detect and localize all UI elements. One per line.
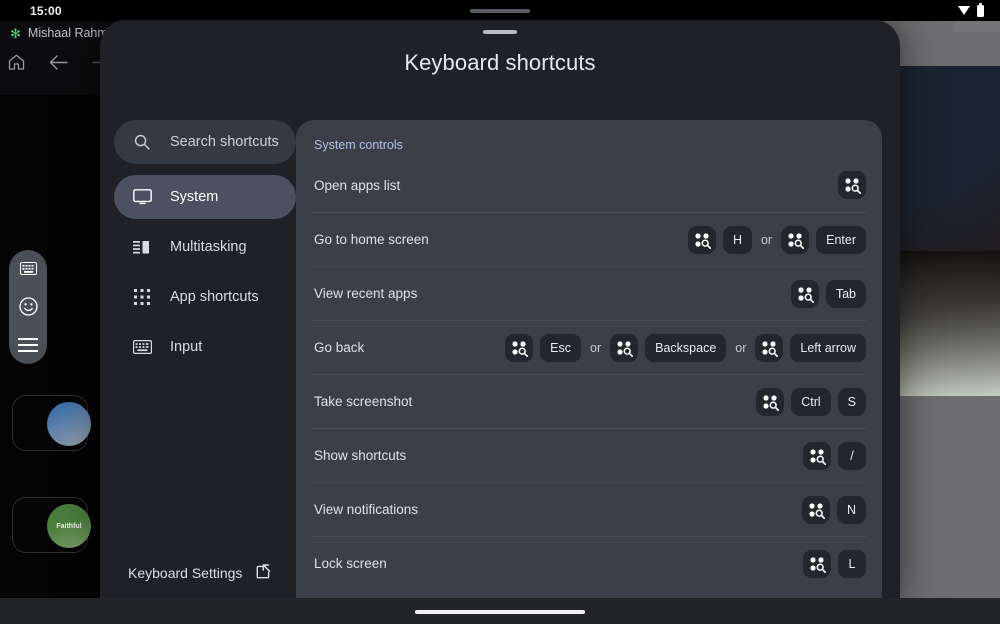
table-row: Open apps list (312, 158, 866, 212)
gesture-nav-bar (0, 598, 1000, 624)
status-time: 15:00 (30, 4, 62, 18)
action-key-icon (791, 280, 819, 308)
browser-tab[interactable]: ✻ Mishaal Rahm (10, 26, 108, 40)
shortcut-label: View recent apps (312, 286, 791, 301)
top-handle (470, 9, 530, 13)
or-separator: or (590, 341, 601, 355)
table-row: View notifications N (312, 482, 866, 536)
keyboard-icon (132, 340, 152, 354)
browser-nav (8, 54, 111, 70)
key-combo-group: N (802, 496, 866, 524)
key-chip: S (838, 388, 866, 416)
screen: Faithful ANDROID AUTHORITY ☉ ✻ Mishaal R… (0, 0, 1000, 624)
back-arrow-icon[interactable] (49, 55, 68, 70)
key-chip: Enter (816, 226, 866, 254)
sidebar-item-label: App shortcuts (170, 289, 259, 305)
key-chip: Backspace (645, 334, 726, 362)
sidebar-item-system[interactable]: System (114, 175, 296, 219)
key-combo-group: / (803, 442, 866, 470)
or-separator: or (735, 341, 746, 355)
sidebar-spacer (114, 375, 296, 564)
key-combo-group: EscorBackspaceorLeft arrow (505, 334, 866, 362)
wifi-icon (958, 5, 971, 16)
battery-icon (977, 5, 984, 17)
key-combo-group: Hor Enter (688, 226, 866, 254)
table-row: Show shortcuts / (312, 428, 866, 482)
action-key-icon (505, 334, 533, 362)
key-chip: Ctrl (791, 388, 830, 416)
avatar (47, 402, 91, 446)
search-icon (132, 134, 152, 150)
key-chip: H (723, 226, 752, 254)
key-chip: Esc (540, 334, 581, 362)
sidebar-item-multitasking[interactable]: Multitasking (114, 225, 296, 269)
keyboard-shortcuts-dialog: Keyboard shortcuts Search shortcuts Syst… (100, 20, 900, 604)
shortcut-label: Take screenshot (312, 394, 756, 409)
sidebar-item-app-shortcuts[interactable]: App shortcuts (114, 275, 296, 319)
monitor-icon (132, 189, 152, 205)
home-icon[interactable] (8, 54, 25, 70)
key-combo-group (838, 171, 866, 199)
action-key-icon (838, 171, 866, 199)
left-rail: Faithful ANDROID AUTHORITY ☉ (0, 95, 108, 624)
search-placeholder: Search shortcuts (170, 134, 279, 150)
menu-icon[interactable] (18, 338, 38, 352)
action-key-icon (803, 550, 831, 578)
action-key-icon (610, 334, 638, 362)
list-item[interactable] (12, 395, 88, 451)
action-key-icon (802, 496, 830, 524)
table-row: Lock screen L (312, 536, 866, 590)
key-chip: Left arrow (790, 334, 866, 362)
action-key-icon (781, 226, 809, 254)
drag-handle[interactable] (483, 30, 517, 34)
shortcut-label: Go back (312, 340, 505, 355)
avatar: Faithful (47, 504, 91, 548)
action-key-icon (803, 442, 831, 470)
floating-toolbar[interactable] (9, 250, 47, 364)
shortcuts-card: System controls Open apps list Go to home… (296, 120, 882, 604)
shortcut-label: Go to home screen (312, 232, 688, 247)
sidebar-item-label: Multitasking (170, 239, 247, 255)
key-combo-group: Ctrl S (756, 388, 866, 416)
shortcut-label: Show shortcuts (312, 448, 803, 463)
search-input[interactable]: Search shortcuts (114, 120, 296, 164)
sidebar-item-label: Input (170, 339, 202, 355)
key-chip: Tab (826, 280, 866, 308)
table-row: Go to home screen Hor Enter (312, 212, 866, 266)
dialog-sidebar: Search shortcuts System Multitasking (100, 102, 296, 604)
avatar-list: Faithful ANDROID AUTHORITY ☉ (12, 395, 88, 624)
table-row: Take screenshot Ctrl S (312, 374, 866, 428)
multitasking-icon (132, 240, 152, 255)
shortcut-label: View notifications (312, 502, 802, 517)
group-title: System controls (312, 120, 866, 158)
open-external-icon (256, 564, 271, 582)
key-chip: L (838, 550, 866, 578)
shortcut-label: Lock screen (312, 556, 803, 571)
emoji-icon[interactable] (19, 297, 38, 316)
action-key-icon (756, 388, 784, 416)
key-chip: N (837, 496, 866, 524)
sidebar-item-label: System (170, 189, 218, 205)
status-icons (958, 5, 990, 17)
keyboard-icon[interactable] (20, 262, 37, 275)
dialog-body: Search shortcuts System Multitasking (100, 102, 900, 604)
action-key-icon (688, 226, 716, 254)
favicon-icon: ✻ (10, 27, 21, 40)
shortcut-label: Open apps list (312, 178, 838, 193)
browser-tab-title: Mishaal Rahm (28, 26, 108, 40)
action-key-icon (755, 334, 783, 362)
key-combo-group: Tab (791, 280, 866, 308)
shortcuts-rows: Open apps list Go to home screen Hor Enter V… (312, 158, 866, 590)
key-combo-group: L (803, 550, 866, 578)
sidebar-item-input[interactable]: Input (114, 325, 296, 369)
or-separator: or (761, 233, 772, 247)
table-row: View recent apps Tab (312, 266, 866, 320)
key-chip: / (838, 442, 866, 470)
list-item[interactable]: Faithful (12, 497, 88, 553)
keyboard-settings-label: Keyboard Settings (128, 565, 242, 581)
grid-apps-icon (132, 289, 152, 305)
table-row: Go backEscorBackspaceorLeft arrow (312, 320, 866, 374)
page-title: Keyboard shortcuts (100, 50, 900, 76)
